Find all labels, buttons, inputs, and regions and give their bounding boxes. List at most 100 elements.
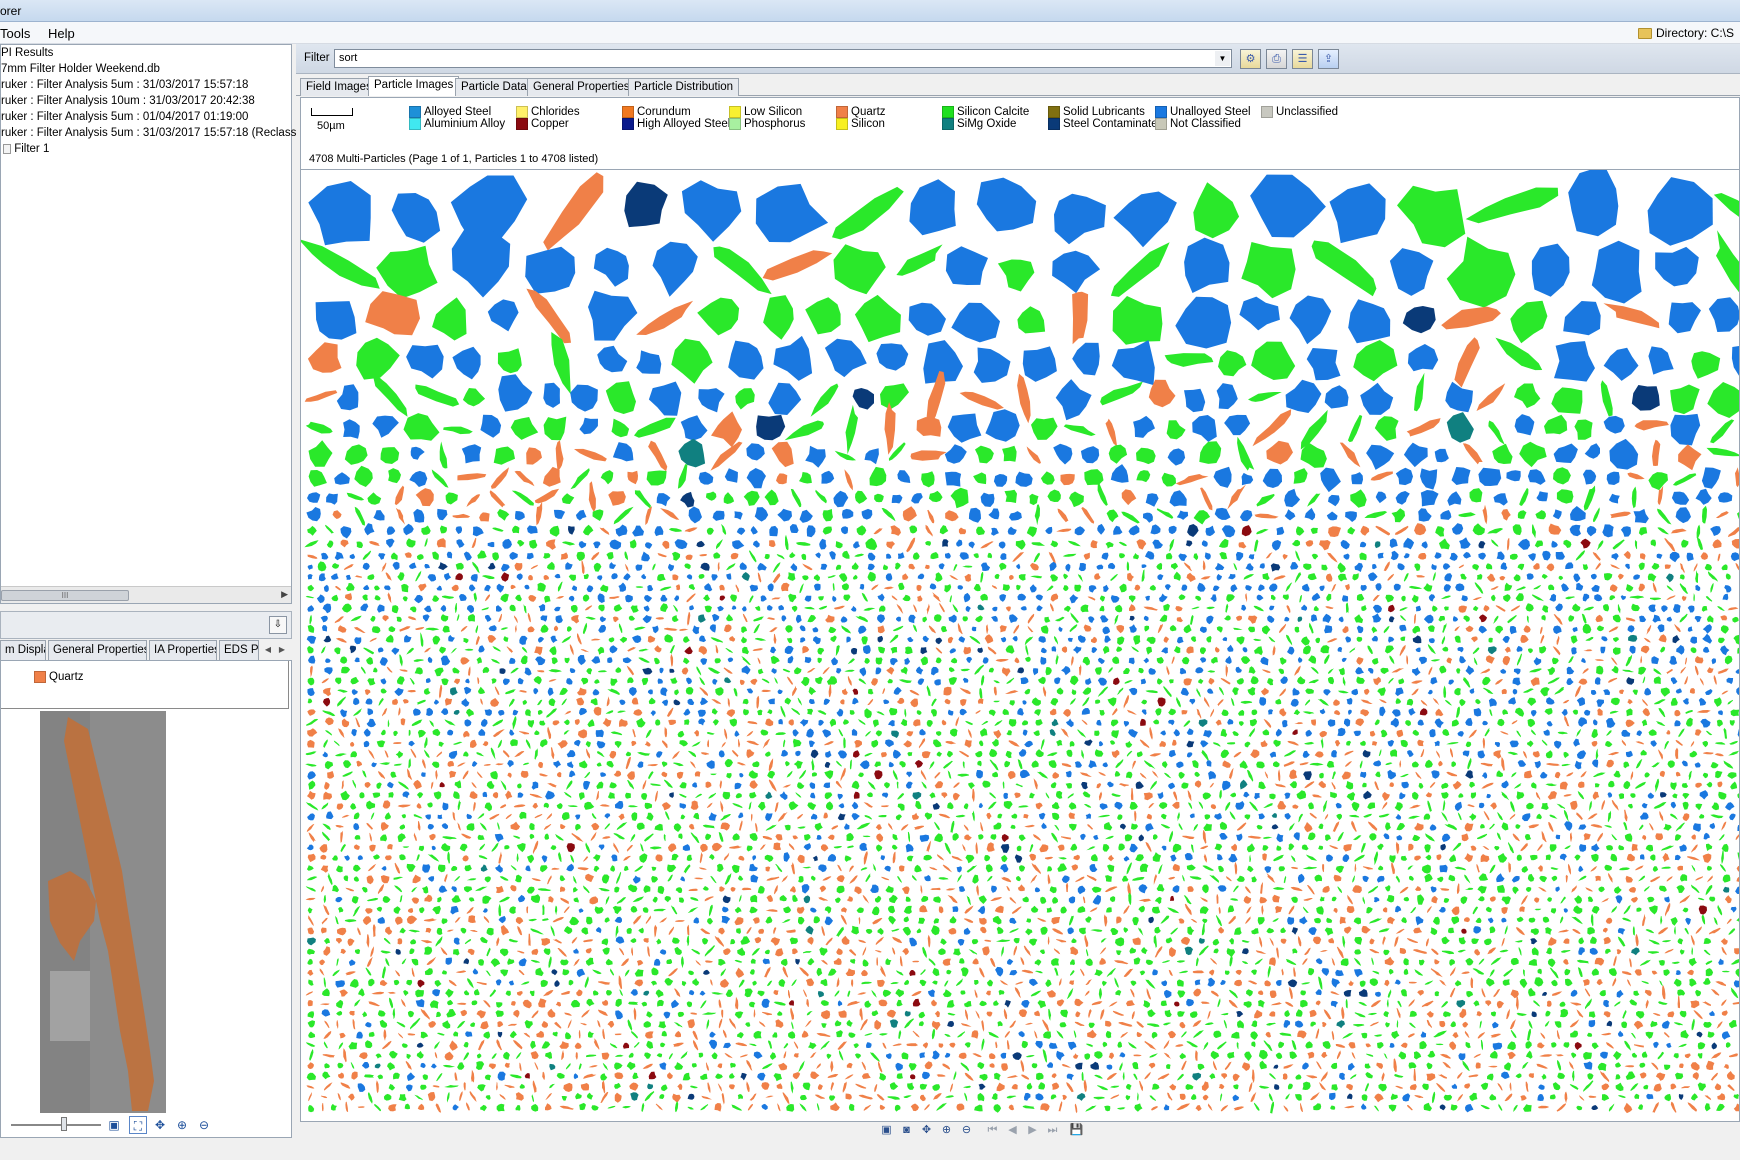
particle-thumbnail[interactable] — [340, 790, 350, 801]
particle-thumbnail[interactable] — [1624, 833, 1633, 842]
particle-thumbnail[interactable] — [906, 731, 914, 737]
particle-thumbnail[interactable] — [762, 250, 833, 281]
particle-thumbnail[interactable] — [372, 924, 376, 937]
particle-thumbnail[interactable] — [548, 698, 556, 707]
particle-thumbnail[interactable] — [1693, 593, 1695, 602]
particle-thumbnail[interactable] — [1471, 636, 1478, 643]
particle-thumbnail[interactable] — [605, 896, 610, 905]
particle-thumbnail[interactable] — [1181, 656, 1190, 665]
particle-thumbnail[interactable] — [1635, 741, 1644, 745]
particle-thumbnail[interactable] — [993, 686, 997, 696]
particle-thumbnail[interactable] — [1117, 814, 1123, 820]
particle-thumbnail[interactable] — [1580, 770, 1587, 778]
particle-thumbnail[interactable] — [350, 751, 357, 758]
particle-thumbnail[interactable] — [1561, 709, 1568, 716]
particle-thumbnail[interactable] — [1442, 623, 1447, 633]
particle-thumbnail[interactable] — [796, 906, 805, 914]
particle-thumbnail[interactable] — [367, 863, 377, 872]
particle-thumbnail[interactable] — [1500, 668, 1507, 674]
particle-thumbnail[interactable] — [400, 718, 406, 726]
particle-thumbnail[interactable] — [1345, 636, 1351, 643]
particle-thumbnail[interactable] — [1523, 969, 1525, 977]
particle-thumbnail[interactable] — [974, 989, 978, 998]
particle-thumbnail[interactable] — [1493, 750, 1502, 759]
particle-thumbnail[interactable] — [490, 747, 496, 760]
particle-thumbnail[interactable] — [817, 710, 827, 715]
particle-thumbnail[interactable] — [581, 677, 589, 685]
particle-thumbnail[interactable] — [1690, 1000, 1700, 1009]
particle-thumbnail[interactable] — [942, 958, 951, 966]
particle-thumbnail[interactable] — [1397, 185, 1466, 248]
particle-thumbnail[interactable] — [385, 926, 393, 935]
particle-thumbnail[interactable] — [785, 534, 789, 551]
particle-thumbnail[interactable] — [340, 948, 346, 954]
particle-thumbnail[interactable] — [1152, 969, 1158, 976]
particle-thumbnail[interactable] — [438, 864, 446, 873]
particle-thumbnail[interactable] — [420, 940, 432, 944]
particle-thumbnail[interactable] — [1328, 494, 1340, 507]
particle-thumbnail[interactable] — [614, 886, 620, 893]
particle-thumbnail[interactable] — [423, 605, 432, 613]
particle-thumbnail[interactable] — [334, 753, 347, 757]
particle-thumbnail[interactable] — [1586, 525, 1597, 537]
particle-thumbnail[interactable] — [725, 989, 733, 998]
particle-thumbnail[interactable] — [1128, 657, 1135, 665]
particle-thumbnail[interactable] — [322, 831, 331, 842]
particle-thumbnail[interactable] — [1408, 815, 1421, 819]
particle-thumbnail[interactable] — [1609, 438, 1639, 470]
particle-thumbnail[interactable] — [1455, 583, 1465, 592]
particle-thumbnail[interactable] — [1563, 938, 1570, 944]
particle-thumbnail[interactable] — [336, 958, 339, 967]
particle-thumbnail[interactable] — [1607, 810, 1612, 823]
particle-thumbnail[interactable] — [973, 583, 981, 592]
particle-thumbnail[interactable] — [1177, 636, 1184, 644]
particle-thumbnail[interactable] — [672, 615, 679, 622]
particle-thumbnail[interactable] — [425, 927, 432, 933]
particle-thumbnail[interactable] — [1020, 606, 1027, 611]
particle-thumbnail[interactable] — [1645, 929, 1654, 934]
particle-thumbnail[interactable] — [999, 980, 1009, 986]
particle-thumbnail[interactable] — [1446, 657, 1453, 664]
particle-thumbnail[interactable] — [1290, 698, 1299, 707]
particle-thumbnail[interactable] — [1501, 509, 1511, 521]
particle-thumbnail[interactable] — [341, 780, 344, 790]
particle-thumbnail[interactable] — [413, 508, 425, 523]
particle-thumbnail[interactable] — [732, 540, 745, 550]
particle-thumbnail[interactable] — [1548, 937, 1557, 946]
particle-thumbnail[interactable] — [952, 833, 959, 841]
particle-thumbnail[interactable] — [896, 970, 904, 976]
particle-thumbnail[interactable] — [1155, 708, 1162, 716]
particle-thumbnail[interactable] — [904, 657, 911, 665]
particle-thumbnail[interactable] — [1534, 897, 1540, 903]
particle-thumbnail[interactable] — [522, 699, 528, 705]
particle-thumbnail[interactable] — [1190, 636, 1197, 642]
particle-thumbnail[interactable] — [980, 541, 994, 549]
particle-thumbnail[interactable] — [1311, 794, 1322, 798]
particle-thumbnail[interactable] — [477, 834, 485, 840]
particle-thumbnail[interactable] — [1340, 539, 1350, 550]
particle-thumbnail[interactable] — [1633, 508, 1649, 524]
particle-thumbnail[interactable] — [863, 802, 874, 808]
particle-thumbnail[interactable] — [700, 843, 708, 853]
particle-thumbnail[interactable] — [1246, 906, 1252, 914]
particle-thumbnail[interactable] — [447, 851, 450, 864]
particle-thumbnail[interactable] — [1499, 576, 1506, 581]
particle-thumbnail[interactable] — [637, 752, 651, 756]
particle-thumbnail[interactable] — [1634, 420, 1669, 431]
particle-thumbnail[interactable] — [807, 668, 816, 673]
particle-thumbnail[interactable] — [1380, 729, 1388, 738]
particle-thumbnail[interactable] — [827, 853, 836, 862]
particle-thumbnail[interactable] — [1204, 696, 1210, 708]
particle-thumbnail[interactable] — [1373, 676, 1381, 686]
particle-thumbnail[interactable] — [1203, 823, 1212, 832]
particle-thumbnail[interactable] — [709, 854, 715, 861]
particle-thumbnail[interactable] — [887, 905, 896, 914]
particle-thumbnail[interactable] — [1544, 708, 1553, 715]
particle-thumbnail[interactable] — [1688, 957, 1697, 967]
particle-thumbnail[interactable] — [384, 812, 391, 820]
particle-thumbnail[interactable] — [1140, 718, 1146, 726]
particle-thumbnail[interactable] — [1471, 938, 1479, 944]
particle-thumbnail[interactable] — [344, 919, 357, 923]
particle-thumbnail[interactable] — [343, 564, 354, 570]
particle-thumbnail[interactable] — [1644, 989, 1652, 997]
